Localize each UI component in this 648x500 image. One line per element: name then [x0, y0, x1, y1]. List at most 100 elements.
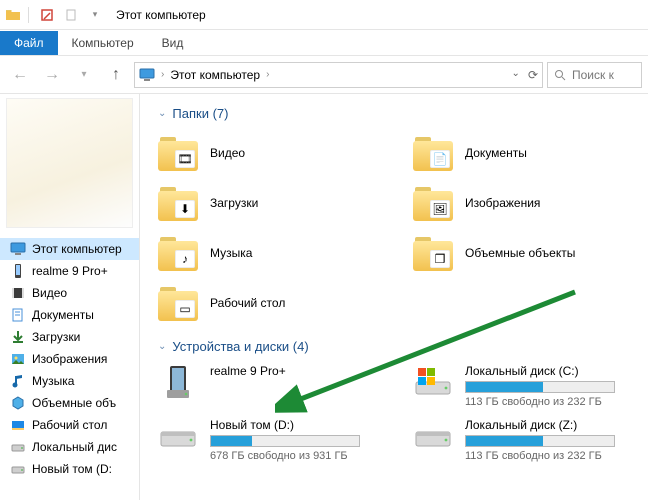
- quick-access-toolbar: ▾: [4, 6, 104, 24]
- tree-item-label: Объемные объ: [32, 396, 116, 410]
- search-icon: [554, 69, 566, 81]
- forward-button[interactable]: →: [38, 61, 66, 89]
- folder-item[interactable]: 🎞 Видео: [158, 131, 383, 175]
- folder-icon: 🖼: [413, 185, 453, 221]
- qat-dropdown-icon[interactable]: ▾: [86, 6, 104, 24]
- pc-icon: [139, 68, 155, 82]
- content-area: ⌄ Папки (7) 🎞 Видео 📄 Документы ⬇ Загруз…: [140, 94, 648, 500]
- refresh-icon[interactable]: ⟳: [528, 68, 538, 82]
- drive-icon: [158, 364, 198, 400]
- folder-icon: ❒: [413, 235, 453, 271]
- folder-label: Видео: [210, 146, 245, 160]
- drive-subtext: 678 ГБ свободно из 931 ГБ: [210, 450, 360, 462]
- folder-icon: ▭: [158, 285, 198, 321]
- qat-separator: [28, 7, 32, 23]
- folder-item[interactable]: ⬇ Загрузки: [158, 181, 383, 225]
- tree-item[interactable]: realme 9 Pro+: [0, 260, 139, 282]
- disk-icon: [10, 439, 26, 455]
- tree-item[interactable]: Локальный дис: [0, 436, 139, 458]
- drive-item[interactable]: Новый том (D:) 678 ГБ свободно из 931 ГБ: [158, 418, 383, 462]
- drive-item[interactable]: realme 9 Pro+: [158, 364, 383, 408]
- folder-item[interactable]: ♪ Музыка: [158, 231, 383, 275]
- tree-item[interactable]: Изображения: [0, 348, 139, 370]
- tree-item[interactable]: Объемные объ: [0, 392, 139, 414]
- navigation-pane: Этот компьютер realme 9 Pro+ Видео Документ…: [0, 94, 140, 500]
- up-button[interactable]: ↑: [102, 61, 130, 89]
- folder-item[interactable]: ❒ Объемные объекты: [413, 231, 638, 275]
- group-drives-label: Устройства и диски (4): [172, 339, 308, 354]
- folder-label: Музыка: [210, 246, 252, 260]
- folder-item[interactable]: 📄 Документы: [413, 131, 638, 175]
- tree-item-label: Рабочий стол: [32, 418, 107, 432]
- tree-item-label: Музыка: [32, 374, 74, 388]
- folder-overlay-icon: ♪: [175, 250, 195, 268]
- tree-item[interactable]: Документы: [0, 304, 139, 326]
- tab-computer[interactable]: Компьютер: [58, 31, 148, 55]
- tree-item-label: realme 9 Pro+: [32, 264, 108, 278]
- cube-icon: [10, 395, 26, 411]
- folder-label: Документы: [465, 146, 527, 160]
- properties-icon[interactable]: [38, 6, 56, 24]
- drive-icon: [413, 418, 453, 454]
- folder-icon[interactable]: [4, 6, 22, 24]
- chevron-right-icon[interactable]: ›: [161, 69, 164, 80]
- tree-item-label: Документы: [32, 308, 94, 322]
- tree-item[interactable]: Этот компьютер: [0, 238, 139, 260]
- group-folders-header[interactable]: ⌄ Папки (7): [158, 106, 638, 121]
- recent-dropdown[interactable]: ▾: [70, 61, 98, 89]
- tree-item-label: Видео: [32, 286, 67, 300]
- disk-icon: [10, 461, 26, 477]
- title-bar: ▾ Этот компьютер: [0, 0, 648, 30]
- pic-icon: [10, 351, 26, 367]
- tree-item-label: Изображения: [32, 352, 107, 366]
- drive-label: Локальный диск (C:): [465, 364, 615, 378]
- docs-icon: [10, 307, 26, 323]
- tree-item[interactable]: Загрузки: [0, 326, 139, 348]
- group-folders-label: Папки (7): [172, 106, 228, 121]
- folder-label: Загрузки: [210, 196, 258, 210]
- drive-usage-bar: [210, 435, 360, 447]
- back-button[interactable]: ←: [6, 61, 34, 89]
- nav-tree: Этот компьютер realme 9 Pro+ Видео Документ…: [0, 238, 139, 500]
- chevron-down-icon: ⌄: [158, 341, 166, 352]
- tab-view[interactable]: Вид: [148, 31, 198, 55]
- video-icon: [10, 285, 26, 301]
- music-icon: [10, 373, 26, 389]
- folder-item[interactable]: 🖼 Изображения: [413, 181, 638, 225]
- folder-overlay-icon: 🖼: [430, 200, 450, 218]
- address-bar[interactable]: › Этот компьютер › ⌄ ⟳: [134, 62, 543, 88]
- phone-icon: [10, 263, 26, 279]
- drive-usage-bar: [465, 435, 615, 447]
- folder-item[interactable]: ▭ Рабочий стол: [158, 281, 383, 325]
- explorer-body: Этот компьютер realme 9 Pro+ Видео Документ…: [0, 94, 648, 500]
- folder-icon: 🎞: [158, 135, 198, 171]
- breadcrumb[interactable]: Этот компьютер: [170, 68, 260, 82]
- drive-usage-bar: [465, 381, 615, 393]
- drive-item[interactable]: Локальный диск (Z:) 113 ГБ свободно из 2…: [413, 418, 638, 462]
- tab-file[interactable]: Файл: [0, 31, 58, 55]
- blank-doc-icon[interactable]: [62, 6, 80, 24]
- tree-item-label: Этот компьютер: [32, 242, 122, 256]
- folder-label: Объемные объекты: [465, 246, 575, 260]
- tree-item-label: Загрузки: [32, 330, 80, 344]
- search-input[interactable]: Поиск к: [547, 62, 642, 88]
- search-placeholder: Поиск к: [572, 68, 614, 82]
- tree-item[interactable]: Новый том (D:: [0, 458, 139, 480]
- address-row: ← → ▾ ↑ › Этот компьютер › ⌄ ⟳ Поиск к: [0, 56, 648, 94]
- down-icon: [10, 329, 26, 345]
- folders-grid: 🎞 Видео 📄 Документы ⬇ Загрузки 🖼 Изображ…: [158, 131, 638, 325]
- folder-icon: 📄: [413, 135, 453, 171]
- tree-item[interactable]: Музыка: [0, 370, 139, 392]
- ribbon-tabs: Файл Компьютер Вид: [0, 30, 648, 56]
- address-dropdown-icon[interactable]: ⌄: [512, 68, 520, 82]
- group-drives-header[interactable]: ⌄ Устройства и диски (4): [158, 339, 638, 354]
- chevron-right-icon[interactable]: ›: [266, 69, 269, 80]
- chevron-down-icon: ⌄: [158, 108, 166, 119]
- tree-item[interactable]: Рабочий стол: [0, 414, 139, 436]
- drive-item[interactable]: Локальный диск (C:) 113 ГБ свободно из 2…: [413, 364, 638, 408]
- tree-item[interactable]: Видео: [0, 282, 139, 304]
- folder-overlay-icon: 🎞: [175, 150, 195, 168]
- drive-subtext: 113 ГБ свободно из 232 ГБ: [465, 450, 615, 462]
- tree-item-label: Новый том (D:: [32, 462, 112, 476]
- folder-icon: ⬇: [158, 185, 198, 221]
